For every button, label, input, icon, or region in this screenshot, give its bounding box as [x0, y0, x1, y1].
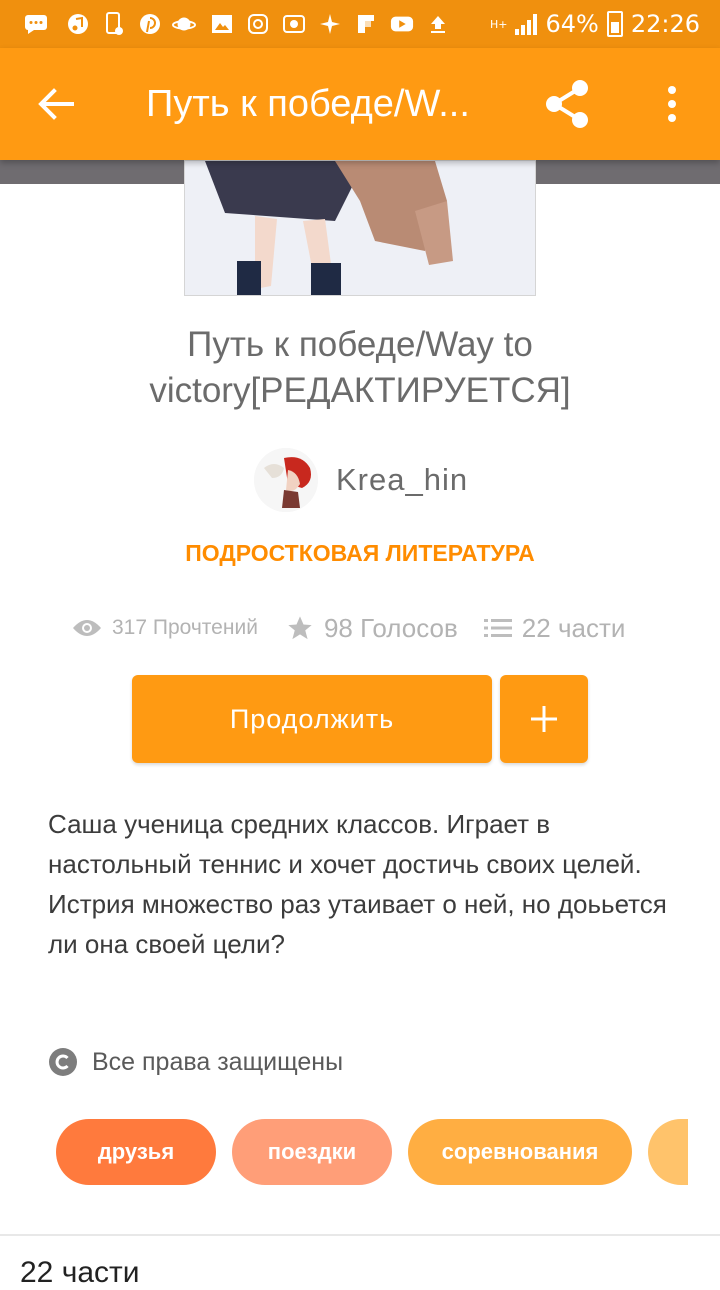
- description-paragraph: Саша ученица средних классов. Играет в н…: [48, 809, 642, 879]
- tag-chip[interactable]: друзья: [56, 1119, 216, 1185]
- reads-count: 317 Прочтений: [112, 616, 258, 639]
- copyright-icon: [49, 1048, 77, 1076]
- app-bar: Путь к победе/W...: [0, 48, 720, 160]
- network-type: H+: [489, 17, 508, 31]
- category-label[interactable]: ПОДРОСТКОВАЯ ЛИТЕРАТУРА: [0, 540, 720, 567]
- votes-stat: 98 Голосов: [286, 613, 458, 644]
- planet-icon: [172, 12, 196, 36]
- youtube-icon: [390, 12, 414, 36]
- story-title: Путь к победе/Way to victory[РЕДАКТИРУЕТ…: [149, 325, 571, 410]
- copyright-row: Все права защищены: [48, 1044, 343, 1080]
- parts-count: 22 части: [521, 612, 626, 643]
- divider: [0, 1234, 720, 1236]
- battery-percent: 64%: [545, 10, 599, 38]
- upload-icon: [426, 12, 450, 36]
- instagram-icon: [246, 12, 270, 36]
- add-to-library-button[interactable]: [500, 675, 588, 763]
- more-vert-icon[interactable]: [652, 80, 692, 128]
- copyright-label: Все права защищены: [92, 1047, 344, 1076]
- arrow-back-icon[interactable]: [32, 80, 80, 128]
- battery-icon: [606, 11, 623, 37]
- flipboard-icon: [354, 12, 378, 36]
- votes-count: 98 Голосов: [323, 612, 458, 643]
- signal-icon: [515, 13, 538, 35]
- author-avatar[interactable]: [254, 448, 318, 512]
- phone-icon: [102, 12, 126, 36]
- app-bar-title: Путь к победе/W...: [146, 83, 470, 125]
- sms-icon: [24, 12, 48, 36]
- music-icon: [66, 12, 90, 36]
- tag-chip[interactable]: соревнования: [408, 1119, 632, 1185]
- continue-reading-button[interactable]: Продолжить: [132, 675, 492, 763]
- status-bar: H+ 64% 22:26: [0, 0, 720, 48]
- reads-stat: 317 Прочтений: [72, 616, 258, 640]
- tag-chip[interactable]: поездки: [232, 1119, 392, 1185]
- eye-icon: [73, 620, 101, 636]
- tag-chip-partial[interactable]: [648, 1119, 688, 1185]
- pinwheel-icon: [318, 12, 342, 36]
- author-name[interactable]: Krea_hin: [336, 462, 468, 498]
- parts-stat: 22 части: [483, 612, 626, 644]
- image-icon: [210, 12, 234, 36]
- author-row[interactable]: Krea_hin: [254, 448, 468, 512]
- tag-list: друзья поездки соревнования: [56, 1119, 688, 1185]
- cast-icon: [282, 12, 306, 36]
- clock: 22:26: [630, 10, 700, 38]
- plus-icon: [531, 706, 557, 732]
- star-icon: [288, 616, 312, 640]
- parts-section-heading: 22 части: [20, 1256, 140, 1289]
- list-icon: [483, 619, 512, 637]
- story-description: Саша ученица средних классов. Играет в н…: [48, 804, 678, 964]
- description-paragraph: Истрия множество раз утаивает о ней, но …: [48, 889, 667, 959]
- pinterest-icon: [138, 12, 162, 36]
- story-stats: 317 Прочтений 98 Голосов 22 части: [72, 606, 672, 650]
- share-icon[interactable]: [540, 76, 596, 132]
- book-cover[interactable]: [184, 160, 536, 296]
